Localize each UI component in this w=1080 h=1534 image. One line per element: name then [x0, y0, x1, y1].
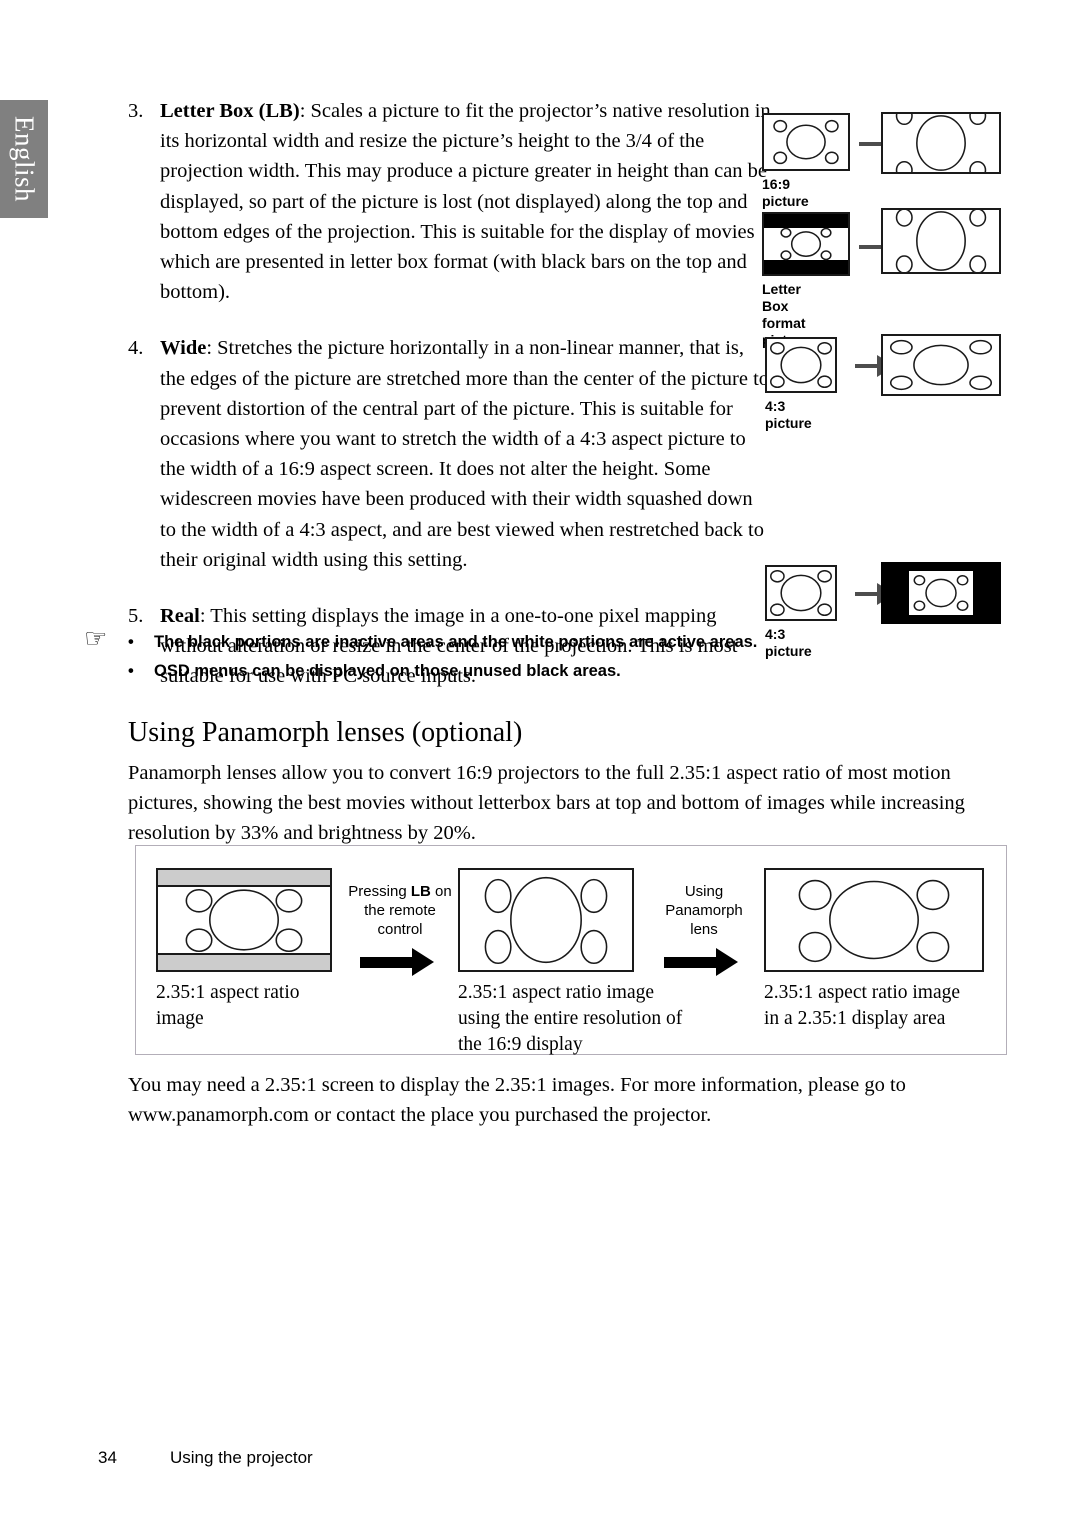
list-item-term: Wide	[160, 337, 207, 360]
figure-panel-caption: 2.35:1 aspect ratio image in a 2.35:1 di…	[764, 980, 1024, 1032]
list-item-text: : Stretches the picture horizontally in …	[160, 337, 770, 571]
caption-line-1: 2.35:1 aspect ratio image	[764, 982, 961, 1003]
caption-line-2: image	[156, 1008, 204, 1029]
panel-picture-letterboxed	[156, 868, 332, 972]
label-pre: Pressing	[348, 883, 411, 900]
panamorph-figure: 2.35:1 aspect ratio image Pressing LB on…	[135, 845, 1007, 1055]
bullet-marker: •	[128, 633, 134, 651]
caption-line-1: 2.35:1 aspect ratio image	[458, 982, 655, 1003]
label-line-3: lens	[690, 921, 718, 938]
source-picture-4-3-real	[765, 565, 837, 621]
page-number: 34	[98, 1448, 117, 1467]
picture-shapes	[484, 876, 608, 965]
pointing-hand-icon: ☞	[84, 624, 108, 654]
list-item-body: Letter Box (LB): Scales a picture to fit…	[160, 96, 772, 307]
target-picture-letterbox	[881, 208, 1001, 274]
picture-shapes	[770, 569, 832, 617]
inner-picture-4-3	[909, 571, 973, 615]
language-tab-label: English	[9, 115, 40, 203]
label-line-2: Panamorph	[665, 902, 743, 919]
closing-paragraph: You may need a 2.35:1 screen to display …	[128, 1074, 906, 1126]
figure-panel-2: 2.35:1 aspect ratio image using the enti…	[458, 868, 682, 1055]
note-text: OSD menus can be displayed on those unus…	[154, 662, 621, 680]
source-picture-letterbox	[762, 212, 850, 276]
target-picture-wide	[881, 334, 1001, 396]
figure-label-panamorph-lens: Using Panamorph lens	[644, 882, 764, 939]
list-item-number: 3.	[128, 100, 144, 122]
figure-panel-3: 2.35:1 aspect ratio image in a 2.35:1 di…	[764, 868, 984, 1029]
figure-panel-caption: 2.35:1 aspect ratio image using the enti…	[458, 980, 718, 1058]
page-footer: 34 Using the projector	[98, 1448, 313, 1468]
picture-shapes	[913, 575, 969, 611]
figure-label-press-lb: Pressing LB on the remote control	[340, 882, 460, 939]
target-picture-real	[881, 562, 1001, 624]
list-item-term: Letter Box (LB)	[160, 100, 300, 122]
source-picture-4-3-wide	[765, 337, 837, 393]
figure-panel-1: 2.35:1 aspect ratio image	[156, 868, 332, 1029]
list-item-term: Real	[160, 605, 200, 628]
arrow-icon	[664, 948, 738, 976]
note-block: ☞ • The black portions are inactive area…	[84, 626, 788, 688]
bullet-marker: •	[128, 662, 134, 680]
section-heading: Using Panamorph lenses (optional)	[128, 717, 523, 748]
label-line-1: Pressing LB on	[340, 882, 460, 901]
label-post: on	[430, 883, 452, 900]
picture-shapes	[773, 119, 839, 165]
language-tab: English	[0, 100, 48, 218]
diagram-caption: 16:9 picture	[762, 176, 809, 209]
label-line-2: the remote	[364, 902, 436, 919]
picture-shapes	[889, 339, 993, 391]
list-item-body: Wide: Stretches the picture horizontally…	[160, 333, 772, 575]
section-body: Panamorph lenses allow you to convert 16…	[128, 762, 965, 844]
panel-picture-final	[764, 868, 984, 972]
label-line-3: control	[377, 921, 423, 938]
caption-line-2: using the entire resolution of	[458, 1008, 683, 1029]
diagram-caption-line1: Letter Box	[762, 281, 801, 314]
label-line-1: Using	[684, 883, 724, 900]
list-item-number: 4.	[128, 337, 144, 360]
diagram-caption: 4:3 picture	[765, 398, 812, 431]
footer-title: Using the projector	[170, 1448, 313, 1467]
aspect-ratio-diagrams: 16:9 picture Letter Box format 4:3 pictu…	[755, 0, 1080, 700]
note-item: • OSD menus can be displayed on those un…	[128, 659, 788, 683]
list-item-text: : Scales a picture to fit the projector’…	[160, 100, 771, 304]
picture-shapes	[895, 114, 987, 172]
picture-shapes	[798, 879, 950, 963]
note-text: The black portions are inactive areas an…	[154, 633, 758, 651]
note-item: • The black portions are inactive areas …	[128, 630, 788, 654]
caption-line-3: the 16:9 display	[458, 1034, 583, 1055]
caption-line-2: in a 2.35:1 display area	[764, 1008, 946, 1029]
caption-line-1: 2.35:1 aspect ratio	[156, 982, 300, 1003]
picture-shapes	[185, 888, 303, 953]
panel-picture-stretched	[458, 868, 634, 972]
label-strong: LB	[410, 883, 431, 900]
figure-panel-caption: 2.35:1 aspect ratio image	[156, 980, 386, 1032]
picture-shapes	[770, 341, 832, 389]
source-picture-16-9	[762, 113, 850, 171]
picture-shapes	[780, 227, 832, 261]
target-picture-16-9	[881, 112, 1001, 174]
picture-shapes	[895, 210, 987, 272]
arrow-icon	[360, 948, 434, 976]
